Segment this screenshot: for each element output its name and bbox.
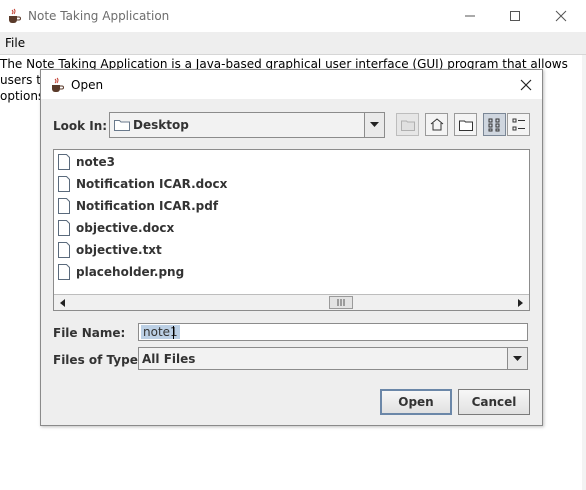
grip-icon [337, 299, 345, 306]
maximize-button[interactable] [503, 6, 527, 26]
look-in-combo[interactable]: Desktop [109, 112, 385, 138]
file-icon [58, 264, 70, 280]
close-window-button[interactable] [549, 6, 573, 26]
scrollbar-thumb[interactable] [329, 296, 353, 309]
java-coffee-icon [6, 8, 22, 27]
file-icon [58, 220, 70, 236]
dialog-title: Open [71, 78, 104, 92]
minimize-button[interactable] [458, 6, 482, 26]
file-name: objective.docx [76, 221, 175, 235]
list-item[interactable]: note3 [58, 152, 115, 172]
chevron-down-icon [513, 355, 522, 361]
window-title-bar: Note Taking Application [0, 0, 586, 32]
file-name: Notification ICAR.docx [76, 177, 228, 191]
file-type-value: All Files [142, 352, 196, 366]
list-item[interactable]: objective.docx [58, 218, 174, 238]
look-in-value: Desktop [133, 118, 189, 132]
menu-file[interactable]: File [5, 36, 25, 50]
list-item[interactable]: placeholder.png [58, 262, 184, 282]
minimize-icon [465, 15, 475, 17]
look-in-label: Look In: [53, 119, 108, 133]
chevron-left-icon [59, 298, 65, 307]
file-type-dropdown-arrow[interactable] [507, 348, 527, 369]
up-one-level-icon [400, 120, 415, 131]
close-icon [520, 79, 532, 91]
text-caret [173, 326, 174, 339]
close-icon [555, 10, 567, 22]
file-list[interactable]: note3 Notification ICAR.docx Notificatio… [53, 149, 530, 311]
list-view-icon [488, 118, 499, 131]
new-folder-button[interactable] [454, 113, 477, 136]
scroll-left-button[interactable] [55, 296, 69, 309]
cancel-button[interactable]: Cancel [458, 389, 530, 415]
new-folder-icon [458, 120, 473, 131]
horizontal-scrollbar[interactable] [54, 294, 529, 310]
details-view-icon [512, 118, 525, 130]
file-name: Notification ICAR.pdf [76, 199, 219, 213]
file-type-label: Files of Type: [53, 353, 143, 367]
scroll-right-button[interactable] [513, 296, 527, 309]
file-icon [58, 242, 70, 258]
window-title: Note Taking Application [28, 9, 170, 23]
list-item[interactable]: Notification ICAR.pdf [58, 196, 218, 216]
open-button[interactable]: Open [380, 389, 452, 415]
file-name: objective.txt [76, 243, 162, 257]
file-type-combo[interactable]: All Files [138, 347, 528, 370]
dialog-close-button[interactable] [517, 76, 535, 94]
dialog-title-bar: Open [41, 70, 542, 99]
maximize-icon [510, 11, 520, 21]
list-view-button[interactable] [483, 113, 506, 136]
open-file-dialog: Open Look In: Desktop note3 Notification… [40, 69, 543, 426]
file-icon [58, 176, 70, 192]
chevron-right-icon [517, 298, 523, 307]
menu-bar: File [0, 32, 586, 55]
file-name: note3 [76, 155, 116, 169]
document-line: options [0, 89, 45, 103]
file-name-label: File Name: [53, 326, 126, 340]
file-icon [58, 154, 70, 170]
java-coffee-icon [49, 77, 65, 96]
file-name-input[interactable]: note1 [138, 323, 528, 341]
look-in-dropdown-arrow[interactable] [364, 113, 384, 137]
folder-icon [114, 118, 130, 134]
file-icon [58, 198, 70, 214]
home-button[interactable] [425, 113, 448, 136]
window-edge [582, 55, 586, 490]
file-name: placeholder.png [76, 265, 185, 279]
chevron-down-icon [370, 122, 379, 127]
up-one-level-button[interactable] [396, 113, 419, 136]
list-item[interactable]: Notification ICAR.docx [58, 174, 227, 194]
home-icon [430, 118, 443, 131]
list-item[interactable]: objective.txt [58, 240, 162, 260]
details-view-button[interactable] [507, 113, 530, 136]
